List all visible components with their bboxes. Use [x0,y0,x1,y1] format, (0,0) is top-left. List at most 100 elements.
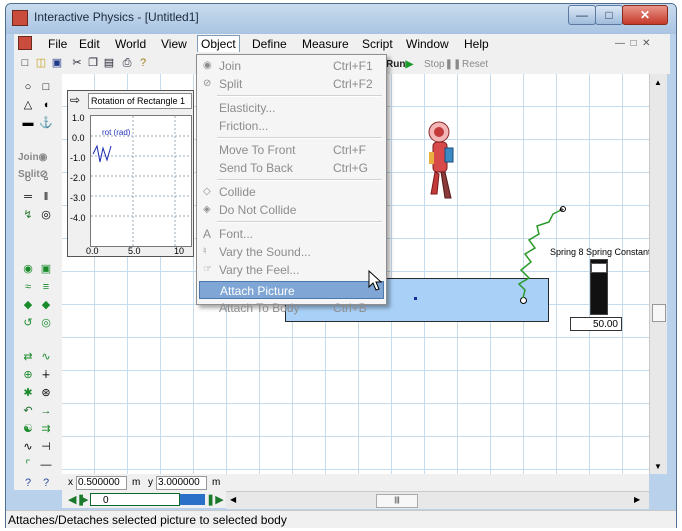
menu-item-attach-to-body[interactable]: Attach To Body Ctrl+B [199,299,384,317]
scroll-down-icon[interactable]: ▼ [654,462,662,471]
join-tool[interactable]: Join◉ [18,152,47,163]
app-icon[interactable] [12,10,28,26]
linear-spring-tool-icon[interactable]: ∿ [38,350,54,364]
text-tool-icon[interactable]: ? [20,476,36,490]
copy-icon[interactable]: ❐ [86,57,100,70]
mouse-pointer-icon [368,270,383,291]
vertical-scrollbar[interactable]: ▲ ▼ [649,74,667,474]
scroll-up-icon[interactable]: ▲ [654,78,662,87]
rod-tool-icon[interactable]: ◆ [20,298,36,312]
meter-toggle-arrow-icon[interactable]: ⇨ [70,93,86,107]
spring-constant-value[interactable]: 50.00 [570,317,622,331]
damper-tool-icon[interactable]: ≡ [38,280,54,294]
rectangle-tool-icon[interactable]: □ [38,80,54,94]
curved-slot-tool-icon[interactable]: ⌜ [20,458,36,472]
menu-edit[interactable]: Edit [79,37,100,51]
rotational-spring-tool-icon[interactable]: ↺ [20,316,36,330]
polygon-tool-icon[interactable]: △ [20,98,36,112]
motor-tool-icon[interactable]: ⊕ [20,368,36,382]
menu-help[interactable]: Help [464,37,489,51]
cut-icon[interactable]: ✂ [70,57,84,70]
y-coordinate-field[interactable]: 3.000000 [156,476,207,490]
step-back-icon[interactable]: ▶ [80,493,88,506]
wave-spring-tool-icon[interactable]: ∿ [20,440,36,454]
vertical-scroll-thumb[interactable] [652,304,666,322]
y-label: y [148,477,153,488]
sound-icon: ♮ [203,246,207,257]
menu-item-vary-feel[interactable]: ☞ Vary the Feel... [199,261,384,279]
vertical-slot-tool-icon[interactable]: ‖ [38,190,54,204]
maximize-button[interactable]: □ [595,5,623,25]
menu-view[interactable]: View [161,37,187,51]
minimize-button[interactable]: — [568,5,596,25]
menu-item-join[interactable]: ◉ Join Ctrl+F1 [199,57,384,75]
rotational-damper-tool-icon[interactable]: ◎ [38,316,54,330]
new-file-icon[interactable]: □ [18,57,32,70]
frame-counter[interactable]: 0 [90,493,180,506]
tape-slider[interactable] [177,494,205,505]
menu-item-attach-picture[interactable]: Attach Picture [199,281,384,299]
spring-tool-icon[interactable]: ≈ [20,280,36,294]
save-icon[interactable]: ▣ [50,57,64,70]
stop-button[interactable]: Stop❚❚ [424,59,461,70]
pin-joint-tool-icon[interactable]: ◉ [20,262,36,276]
slider-knob[interactable] [591,263,607,273]
force-tool-icon[interactable]: ↶ [20,404,36,418]
menu-define[interactable]: Define [252,37,287,51]
menu-file[interactable]: File [48,37,67,51]
fast-forward-icon[interactable]: ❚▶ [206,493,224,506]
gear-tool-icon[interactable]: ✱ [20,386,36,400]
torque-tool-icon[interactable]: ⊛ [38,386,54,400]
line-tool-icon[interactable]: — [38,458,54,472]
run-button[interactable]: Run▶ [386,59,413,70]
open-folder-icon[interactable]: ◫ [34,57,48,70]
reset-button[interactable]: Reset [462,59,488,70]
menu-script[interactable]: Script [362,37,393,51]
slot-joint-tool-icon[interactable]: ⊣ [38,440,54,454]
separator-tool-icon[interactable]: ◆ [38,298,54,312]
menu-item-elasticity[interactable]: Elasticity... [199,99,384,117]
linear-motor-tool-icon[interactable]: ⇉ [38,422,54,436]
menu-item-font[interactable]: A Font... [199,225,384,243]
horizontal-scroll-thumb[interactable]: ||| [376,494,418,508]
spring-constant-slider[interactable] [590,259,608,315]
menu-item-split[interactable]: ⊘ Split Ctrl+F2 [199,75,384,93]
scroll-left-icon[interactable]: ◀ [230,495,236,504]
linear-actuator-tool-icon[interactable]: ⇄ [20,350,36,364]
menu-item-friction[interactable]: Friction... [199,117,384,135]
anchor-tool-icon[interactable]: ⚓ [38,116,54,130]
rigid-joint-tool-icon[interactable]: ▣ [38,262,54,276]
print-icon[interactable]: ⎙ [120,57,134,70]
rotation-graph-meter[interactable]: ⇨ Rotation of Rectangle 1 rot (rad) 1.0 … [67,90,194,257]
menu-measure[interactable]: Measure [302,37,349,51]
horizontal-scrollbar[interactable]: ◀ ||| ▶ [226,491,649,509]
square-tool-icon[interactable]: ▬ [20,116,36,130]
close-button[interactable]: ✕ [622,5,668,25]
circle-tool-icon[interactable]: ○ [20,80,36,94]
menu-window[interactable]: Window [406,37,449,51]
meter-tool-icon[interactable]: ? [38,476,54,490]
slot-tool-icon[interactable]: ═ [20,190,36,204]
x-coordinate-field[interactable]: 0.500000 [76,476,127,490]
curved-body-tool-icon[interactable]: ◖ [38,98,54,112]
torque-motor-tool-icon[interactable]: ☯ [20,422,36,436]
menu-item-send-to-back[interactable]: Send To Back Ctrl+G [199,159,384,177]
attached-picture-diver[interactable] [425,118,465,210]
arrow-force-tool-icon[interactable]: → [38,404,54,418]
actuator-tool-icon[interactable]: ∔ [38,368,54,382]
help-icon[interactable]: ? [136,57,150,70]
menu-item-do-not-collide[interactable]: ◈ Do Not Collide [199,201,384,219]
split-tool[interactable]: Split⊘ [18,169,48,180]
mdi-controls[interactable]: — □ ✕ [615,38,651,49]
menu-item-collide[interactable]: ◇ Collide [199,183,384,201]
pulley-tool-icon[interactable]: ◎ [38,208,54,222]
tool-palette: ○ □ △ ◖ ▬ ⚓ ○ ▫ ═ ‖ ↯ ◎ ◉ ▣ ≈ ≡ ◆ ◆ ↺ ◎ … [14,74,63,490]
rope-tool-icon[interactable]: ↯ [20,208,36,222]
menu-object[interactable]: Object [197,35,240,52]
menu-item-vary-sound[interactable]: ♮ Vary the Sound... [199,243,384,261]
menu-world[interactable]: World [115,37,146,51]
menu-item-move-to-front[interactable]: Move To Front Ctrl+F [199,141,384,159]
scroll-right-icon[interactable]: ▶ [634,495,640,504]
document-icon[interactable] [18,36,32,50]
paste-icon[interactable]: ▤ [102,57,116,70]
